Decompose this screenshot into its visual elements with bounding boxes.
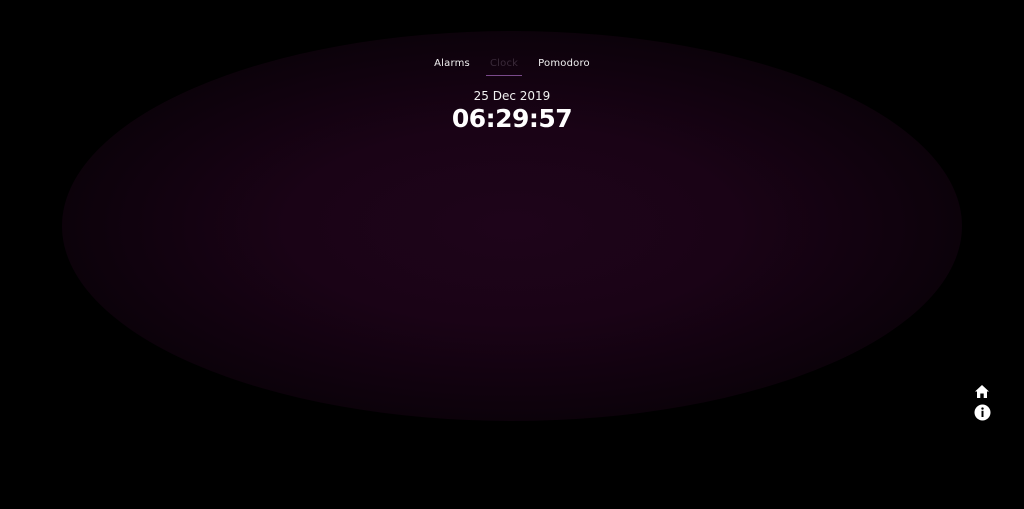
current-date: 25 Dec 2019 (473, 89, 551, 103)
home-icon[interactable] (974, 384, 990, 399)
side-toolbar (973, 384, 991, 421)
mode-tabs: Alarms Clock Pomodoro (0, 56, 1024, 76)
tab-clock[interactable]: Clock (485, 56, 523, 76)
tab-pomodoro[interactable]: Pomodoro (538, 56, 590, 76)
tab-alarms[interactable]: Alarms (434, 56, 470, 76)
current-time: 06:29:57 (451, 104, 573, 133)
app-root: Alarms Clock Pomodoro 25 Dec 2019 06:29:… (0, 0, 1024, 509)
info-icon[interactable] (974, 404, 991, 421)
